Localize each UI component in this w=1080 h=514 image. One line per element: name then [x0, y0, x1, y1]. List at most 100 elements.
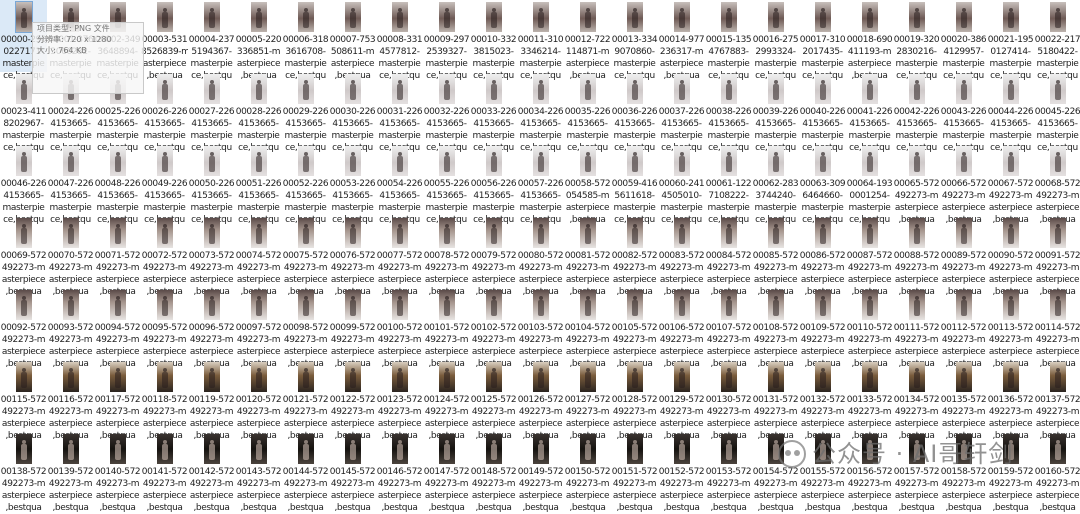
file-item[interactable]: 00020-386 4129957- masterpie ce,bestqu	[940, 0, 987, 81]
file-item[interactable]: 00147-572 492273-m asterpiece ,bestqua	[423, 432, 470, 513]
file-item[interactable]: 00137-572 492273-m asterpiece ,bestqua	[1034, 360, 1080, 441]
file-item[interactable]: 00011-310 3346214- masterpie ce,bestqu	[517, 0, 564, 81]
file-item[interactable]: 00080-572 492273-m asterpiece ,bestqua	[517, 216, 564, 297]
file-item[interactable]: 00065-572 492273-m asterpiece ,bestqua	[893, 144, 940, 225]
file-item[interactable]: 00116-572 492273-m asterpiece ,bestqua	[47, 360, 94, 441]
file-item[interactable]: 00026-226 4153665- masterpie ce,bestqu	[141, 72, 188, 153]
file-item[interactable]: 00075-572 492273-m asterpiece ,bestqua	[282, 216, 329, 297]
file-item[interactable]: 00022-217 5180422- masterpie ce,bestqu	[1034, 0, 1080, 81]
file-item[interactable]: 00059-416 5611618- masterpie ce,bestqu	[611, 144, 658, 225]
file-item[interactable]: 00131-572 492273-m asterpiece ,bestqua	[752, 360, 799, 441]
file-item[interactable]: 00097-572 492273-m asterpiece ,bestqua	[235, 288, 282, 369]
file-item[interactable]: 00013-334 9070860- masterpie ce,bestqu	[611, 0, 658, 81]
file-item[interactable]: 00095-572 492273-m asterpiece ,bestqua	[141, 288, 188, 369]
file-item[interactable]: 00127-572 492273-m asterpiece ,bestqua	[564, 360, 611, 441]
file-item[interactable]: 00069-572 492273-m asterpiece ,bestqua	[0, 216, 47, 297]
file-item[interactable]: 00103-572 492273-m asterpiece ,bestqua	[517, 288, 564, 369]
file-item[interactable]: 00143-572 492273-m asterpiece ,bestqua	[235, 432, 282, 513]
file-item[interactable]: 00114-572 492273-m asterpiece ,bestqua	[1034, 288, 1080, 369]
file-item[interactable]: 00118-572 492273-m asterpiece ,bestqua	[141, 360, 188, 441]
file-item[interactable]: 00074-572 492273-m asterpiece ,bestqua	[235, 216, 282, 297]
file-item[interactable]: 00016-275 2993324- masterpie ce,bestqu	[752, 0, 799, 81]
file-item[interactable]: 00128-572 492273-m asterpiece ,bestqua	[611, 360, 658, 441]
file-item[interactable]: 00126-572 492273-m asterpiece ,bestqua	[517, 360, 564, 441]
file-item[interactable]: 00091-572 492273-m asterpiece ,bestqua	[1034, 216, 1080, 297]
file-item[interactable]: 00005-220 336851-m asterpiece ,bestqua	[235, 0, 282, 81]
file-item[interactable]: 00144-572 492273-m asterpiece ,bestqua	[282, 432, 329, 513]
file-item[interactable]: 00089-572 492273-m asterpiece ,bestqua	[940, 216, 987, 297]
file-item[interactable]: 00073-572 492273-m asterpiece ,bestqua	[188, 216, 235, 297]
file-item[interactable]: 00078-572 492273-m asterpiece ,bestqua	[423, 216, 470, 297]
file-item[interactable]: 00032-226 4153665- masterpie ce,bestqu	[423, 72, 470, 153]
file-item[interactable]: 00105-572 492273-m asterpiece ,bestqua	[611, 288, 658, 369]
file-item[interactable]: 00034-226 4153665- masterpie ce,bestqu	[517, 72, 564, 153]
file-item[interactable]: 00003-531 8526839-m asterpiece ,bestqua	[141, 0, 188, 81]
file-item[interactable]: 00029-226 4153665- masterpie ce,bestqu	[282, 72, 329, 153]
file-item[interactable]: 00085-572 492273-m asterpiece ,bestqua	[752, 216, 799, 297]
file-item[interactable]: 00040-226 4153665- masterpie ce,bestqu	[799, 72, 846, 153]
file-item[interactable]: 00099-572 492273-m asterpiece ,bestqua	[329, 288, 376, 369]
file-item[interactable]: 00122-572 492273-m asterpiece ,bestqua	[329, 360, 376, 441]
file-item[interactable]: 00145-572 492273-m asterpiece ,bestqua	[329, 432, 376, 513]
file-item[interactable]: 00004-237 5194367- masterpie ce,bestqu	[188, 0, 235, 81]
file-item[interactable]: 00066-572 492273-m asterpiece ,bestqua	[940, 144, 987, 225]
file-item[interactable]: 00135-572 492273-m asterpiece ,bestqua	[940, 360, 987, 441]
file-item[interactable]: 00139-572 492273-m asterpiece ,bestqua	[47, 432, 94, 513]
file-item[interactable]: 00039-226 4153665- masterpie ce,bestqu	[752, 72, 799, 153]
file-item[interactable]: 00083-572 492273-m asterpiece ,bestqua	[658, 216, 705, 297]
file-item[interactable]: 00087-572 492273-m asterpiece ,bestqua	[846, 216, 893, 297]
file-item[interactable]: 00150-572 492273-m asterpiece ,bestqua	[564, 432, 611, 513]
file-item[interactable]: 00082-572 492273-m asterpiece ,bestqua	[611, 216, 658, 297]
file-item[interactable]: 00093-572 492273-m asterpiece ,bestqua	[47, 288, 94, 369]
file-item[interactable]: 00109-572 492273-m asterpiece ,bestqua	[799, 288, 846, 369]
file-item[interactable]: 00010-332 3815023- masterpie ce,bestqu	[470, 0, 517, 81]
file-item[interactable]: 00120-572 492273-m asterpiece ,bestqua	[235, 360, 282, 441]
file-item[interactable]: 00046-226 4153665- masterpie ce,bestqu	[0, 144, 47, 225]
file-item[interactable]: 00058-572 054585-m asterpiece ,bestqua	[564, 144, 611, 225]
file-item[interactable]: 00086-572 492273-m asterpiece ,bestqua	[799, 216, 846, 297]
file-item[interactable]: 00096-572 492273-m asterpiece ,bestqua	[188, 288, 235, 369]
file-item[interactable]: 00051-226 4153665- masterpie ce,bestqu	[235, 144, 282, 225]
file-item[interactable]: 00018-690 411193-m asterpiece ,bestqua	[846, 0, 893, 81]
file-item[interactable]: 00106-572 492273-m asterpiece ,bestqua	[658, 288, 705, 369]
file-item[interactable]: 00017-310 2017435- masterpie ce,bestqu	[799, 0, 846, 81]
file-item[interactable]: 00152-572 492273-m asterpiece ,bestqua	[658, 432, 705, 513]
file-item[interactable]: 00125-572 492273-m asterpiece ,bestqua	[470, 360, 517, 441]
file-item[interactable]: 00064-193 0001254- masterpie ce,bestqu	[846, 144, 893, 225]
file-item[interactable]: 00055-226 4153665- masterpie ce,bestqu	[423, 144, 470, 225]
file-item[interactable]: 00094-572 492273-m asterpiece ,bestqua	[94, 288, 141, 369]
file-item[interactable]: 00090-572 492273-m asterpiece ,bestqua	[987, 216, 1034, 297]
file-item[interactable]: 00088-572 492273-m asterpiece ,bestqua	[893, 216, 940, 297]
file-item[interactable]: 00062-283 3744240- masterpie ce,bestqu	[752, 144, 799, 225]
file-item[interactable]: 00102-572 492273-m asterpiece ,bestqua	[470, 288, 517, 369]
file-item[interactable]: 00028-226 4153665- masterpie ce,bestqu	[235, 72, 282, 153]
file-item[interactable]: 00081-572 492273-m asterpiece ,bestqua	[564, 216, 611, 297]
file-item[interactable]: 00060-241 4505010- masterpie ce,bestqu	[658, 144, 705, 225]
file-item[interactable]: 00130-572 492273-m asterpiece ,bestqua	[705, 360, 752, 441]
file-item[interactable]: 00008-331 4577812- masterpie ce,bestqu	[376, 0, 423, 81]
file-item[interactable]: 00038-226 4153665- masterpie ce,bestqu	[705, 72, 752, 153]
file-item[interactable]: 00027-226 4153665- masterpie ce,bestqu	[188, 72, 235, 153]
file-item[interactable]: 00140-572 492273-m asterpiece ,bestqua	[94, 432, 141, 513]
file-item[interactable]: 00041-226 4153665- masterpie ce,bestqu	[846, 72, 893, 153]
file-item[interactable]: 00021-195 0127414- masterpie ce,bestqu	[987, 0, 1034, 81]
file-item[interactable]: 00049-226 4153665- masterpie ce,bestqu	[141, 144, 188, 225]
file-item[interactable]: 00071-572 492273-m asterpiece ,bestqua	[94, 216, 141, 297]
file-item[interactable]: 00146-572 492273-m asterpiece ,bestqua	[376, 432, 423, 513]
file-item[interactable]: 00015-135 4767883- masterpie ce,bestqu	[705, 0, 752, 81]
file-item[interactable]: 00107-572 492273-m asterpiece ,bestqua	[705, 288, 752, 369]
file-item[interactable]: 00033-226 4153665- masterpie ce,bestqu	[470, 72, 517, 153]
file-item[interactable]: 00070-572 492273-m asterpiece ,bestqua	[47, 216, 94, 297]
file-item[interactable]: 00121-572 492273-m asterpiece ,bestqua	[282, 360, 329, 441]
file-item[interactable]: 00045-226 4153665- masterpie ce,bestqu	[1034, 72, 1080, 153]
file-item[interactable]: 00108-572 492273-m asterpiece ,bestqua	[752, 288, 799, 369]
file-item[interactable]: 00009-297 2539327- masterpie ce,bestqu	[423, 0, 470, 81]
file-item[interactable]: 00079-572 492273-m asterpiece ,bestqua	[470, 216, 517, 297]
file-item[interactable]: 00054-226 4153665- masterpie ce,bestqu	[376, 144, 423, 225]
file-item[interactable]: 00012-722 114871-m asterpiece ,bestqua	[564, 0, 611, 81]
file-item[interactable]: 00092-572 492273-m asterpiece ,bestqua	[0, 288, 47, 369]
file-item[interactable]: 00076-572 492273-m asterpiece ,bestqua	[329, 216, 376, 297]
file-item[interactable]: 00112-572 492273-m asterpiece ,bestqua	[940, 288, 987, 369]
file-item[interactable]: 00053-226 4153665- masterpie ce,bestqu	[329, 144, 376, 225]
file-item[interactable]: 00056-226 4153665- masterpie ce,bestqu	[470, 144, 517, 225]
